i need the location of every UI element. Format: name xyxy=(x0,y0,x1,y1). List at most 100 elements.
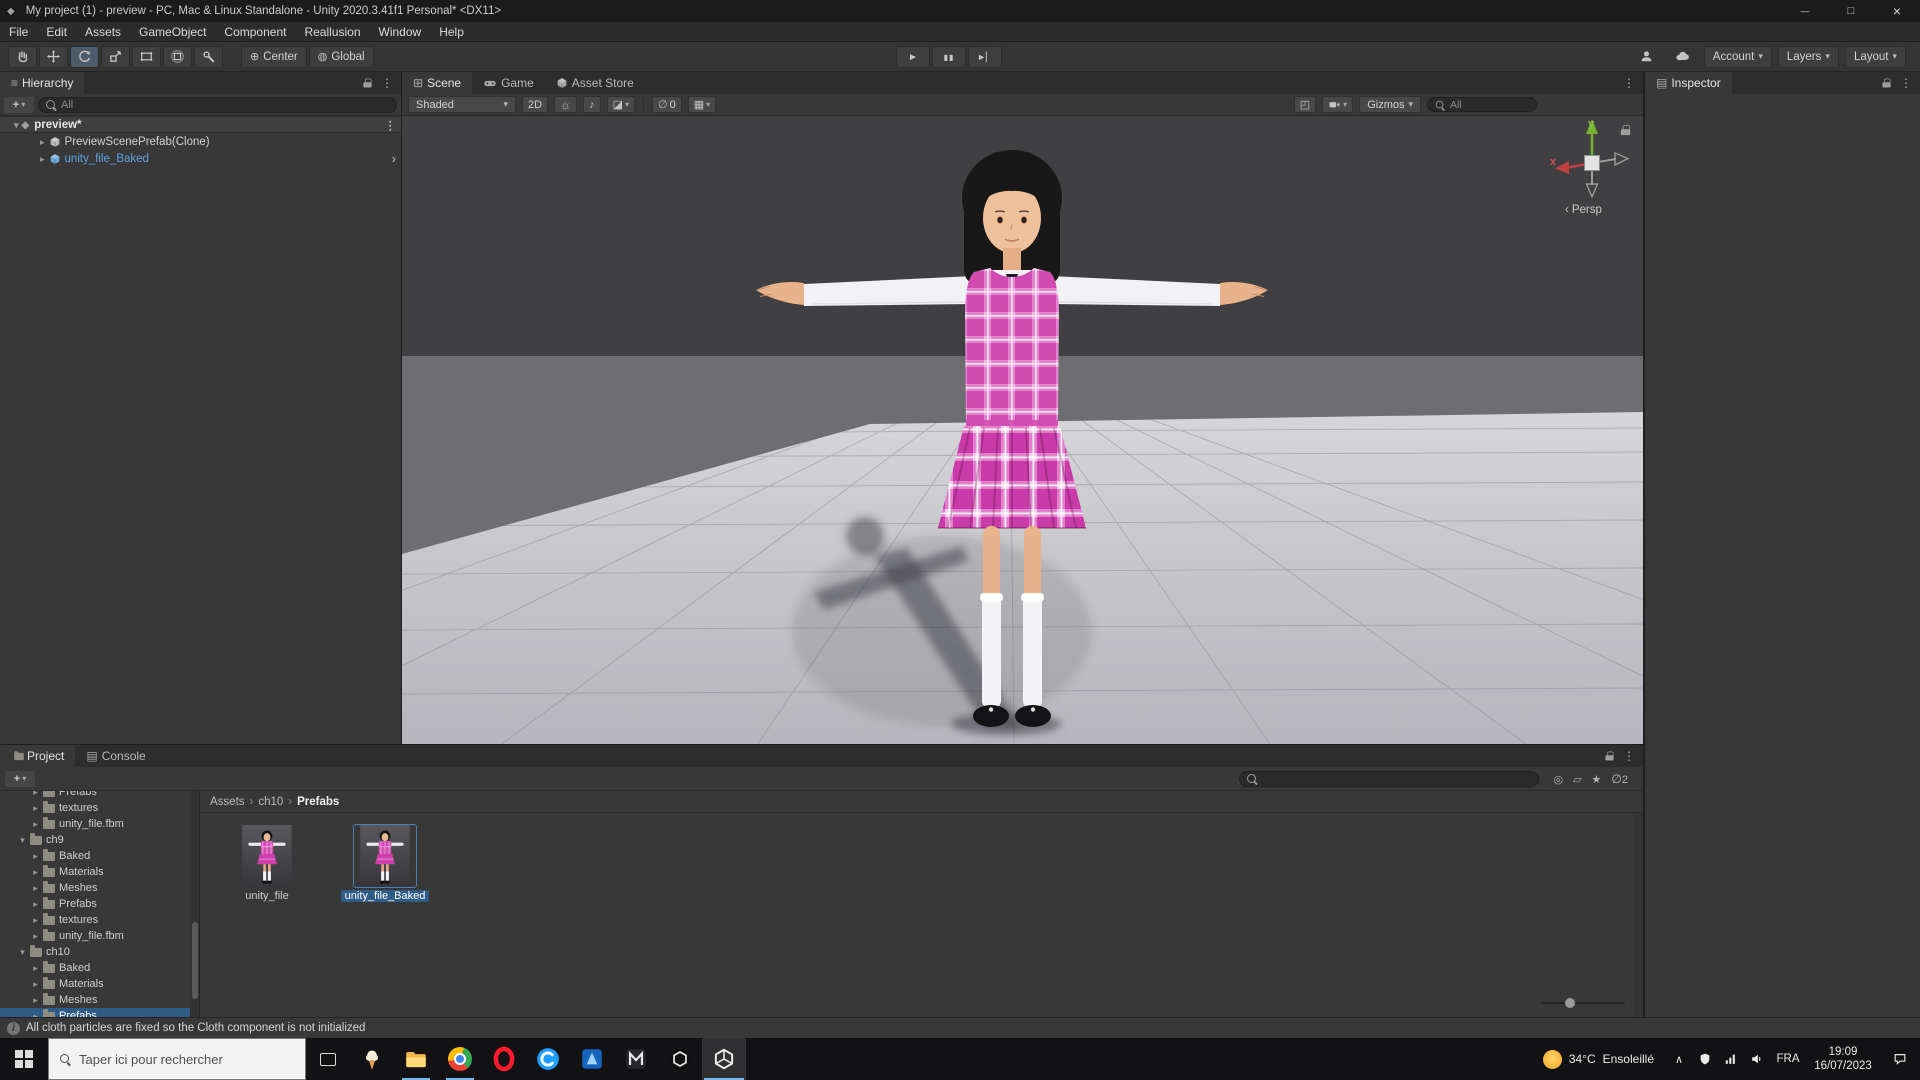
start-button[interactable] xyxy=(0,1038,48,1080)
expand-arrow[interactable] xyxy=(30,1008,41,1017)
expand-arrow[interactable] xyxy=(30,976,41,992)
transform-tool-button[interactable] xyxy=(163,46,192,68)
expand-arrow[interactable] xyxy=(30,791,41,800)
account-dropdown[interactable]: Account xyxy=(1704,46,1772,68)
space-toggle-button[interactable]: Global xyxy=(309,46,374,68)
tab-hierarchy[interactable]: Hierarchy xyxy=(0,72,84,94)
expand-arrow[interactable] xyxy=(30,928,41,944)
tree-item-prefabs[interactable]: Prefabs xyxy=(0,1008,199,1017)
scrollbar-thumb[interactable] xyxy=(192,922,198,999)
expand-arrow[interactable] xyxy=(30,960,41,976)
hierarchy-item-unity-file-baked[interactable]: unity_file_Baked xyxy=(0,150,401,167)
tree-item-materials[interactable]: Materials xyxy=(0,976,199,992)
tree-item-ch9[interactable]: ch9 xyxy=(0,832,199,848)
menu-component[interactable]: Component xyxy=(215,22,295,41)
scale-tool-button[interactable] xyxy=(101,46,130,68)
save-search-icon[interactable] xyxy=(1592,772,1602,786)
close-button[interactable] xyxy=(1874,0,1920,22)
taskbar-search-input[interactable] xyxy=(79,1052,295,1067)
breadcrumb-prefabs[interactable]: Prefabs xyxy=(297,796,339,808)
rotate-tool-button[interactable] xyxy=(70,46,99,68)
tree-item-baked[interactable]: Baked xyxy=(0,960,199,976)
gizmo-x-label[interactable]: x xyxy=(1550,156,1556,168)
expand-arrow[interactable] xyxy=(30,896,41,912)
hierarchy-add-button[interactable] xyxy=(4,97,34,113)
project-searchbox[interactable] xyxy=(1239,771,1539,787)
expand-arrow[interactable] xyxy=(30,816,41,832)
tree-item-unity-file-fbm[interactable]: unity_file.fbm xyxy=(0,816,199,832)
tree-item-prefabs[interactable]: Prefabs xyxy=(0,791,199,800)
breadcrumb-assets[interactable]: Assets xyxy=(210,796,245,808)
hierarchy-searchbox[interactable] xyxy=(38,97,397,113)
custom-tool-button[interactable] xyxy=(194,46,223,68)
slider-track[interactable] xyxy=(1541,1002,1625,1004)
audio-toggle-button[interactable] xyxy=(583,96,601,113)
expand-arrow[interactable] xyxy=(30,800,41,816)
2d-toggle-button[interactable]: 2D xyxy=(522,96,548,113)
scene-viewport[interactable]: y x Persp xyxy=(402,116,1643,744)
maximize-button[interactable] xyxy=(1828,0,1874,22)
expand-arrow[interactable] xyxy=(30,864,41,880)
layout-dropdown[interactable]: Layout xyxy=(1845,46,1906,68)
pivot-toggle-button[interactable]: Center xyxy=(241,46,307,68)
grid-visibility-dropdown[interactable] xyxy=(688,96,716,113)
tray-network-icon[interactable] xyxy=(1718,1038,1744,1080)
tree-item-textures[interactable]: textures xyxy=(0,800,199,816)
tree-item-materials[interactable]: Materials xyxy=(0,864,199,880)
cloud-button[interactable] xyxy=(1668,46,1698,68)
move-tool-button[interactable] xyxy=(39,46,68,68)
project-search-input[interactable] xyxy=(1262,773,1532,785)
rect-tool-button[interactable] xyxy=(132,46,161,68)
expand-arrow[interactable] xyxy=(30,992,41,1008)
taskbar-app-blue-tile[interactable] xyxy=(570,1038,614,1080)
menu-gameobject[interactable]: GameObject xyxy=(130,22,215,41)
taskbar-searchbox[interactable] xyxy=(48,1038,306,1080)
expand-arrow[interactable] xyxy=(30,848,41,864)
expand-arrow[interactable] xyxy=(17,832,28,848)
collab-button[interactable] xyxy=(1632,46,1662,68)
asset-unity-file-baked[interactable]: unity_file_Baked xyxy=(348,825,422,902)
menu-reallusion[interactable]: Reallusion xyxy=(295,22,369,41)
taskbar-app-chrome[interactable] xyxy=(438,1038,482,1080)
tree-item-unity-file-fbm[interactable]: unity_file.fbm xyxy=(0,928,199,944)
tree-item-meshes[interactable]: Meshes xyxy=(0,992,199,1008)
menu-file[interactable]: File xyxy=(0,22,37,41)
slider-thumb[interactable] xyxy=(1565,998,1575,1008)
expand-arrow[interactable] xyxy=(40,136,45,148)
lighting-toggle-button[interactable] xyxy=(554,96,577,113)
hand-tool-button[interactable] xyxy=(8,46,37,68)
asset-unity-file[interactable]: unity_file xyxy=(230,825,304,902)
open-prefab-icon[interactable] xyxy=(392,151,396,166)
scene-panel-menu-icon[interactable] xyxy=(1623,76,1635,90)
step-button[interactable] xyxy=(968,46,1002,68)
minimize-button[interactable] xyxy=(1782,0,1828,22)
tab-inspector[interactable]: Inspector xyxy=(1645,72,1732,94)
inspector-menu-icon[interactable] xyxy=(1900,76,1912,90)
taskbar-app-m[interactable] xyxy=(614,1038,658,1080)
notification-center-button[interactable] xyxy=(1880,1038,1920,1080)
hierarchy-lock-icon[interactable] xyxy=(363,79,371,88)
weather-widget[interactable]: 34°C Ensoleillé xyxy=(1531,1038,1666,1080)
tab-console[interactable]: Console xyxy=(75,745,156,767)
gizmo-y-label[interactable]: y xyxy=(1588,118,1594,130)
status-message[interactable]: All cloth particles are fixed so the Clo… xyxy=(26,1022,365,1034)
thumbnail-zoom-slider[interactable] xyxy=(1541,997,1625,1009)
menu-edit[interactable]: Edit xyxy=(37,22,76,41)
project-lock-icon[interactable] xyxy=(1605,752,1613,761)
scene-search-input[interactable] xyxy=(1450,99,1530,111)
shading-dropdown[interactable]: Shaded xyxy=(408,96,516,113)
tray-security-icon[interactable] xyxy=(1692,1038,1718,1080)
tray-volume-icon[interactable] xyxy=(1744,1038,1770,1080)
expand-arrow[interactable] xyxy=(30,880,41,896)
scene-lock-icon[interactable] xyxy=(1621,125,1630,135)
projection-label[interactable]: Persp xyxy=(1565,204,1602,216)
project-tree-scrollbar[interactable] xyxy=(190,791,199,1017)
menu-help[interactable]: Help xyxy=(430,22,473,41)
project-content-scrollbar[interactable] xyxy=(1634,813,1643,1017)
language-indicator[interactable]: FRA xyxy=(1770,1038,1806,1080)
taskbar-app-unity[interactable] xyxy=(702,1038,746,1080)
scene-tools-button[interactable] xyxy=(1294,96,1316,113)
expand-arrow[interactable] xyxy=(30,912,41,928)
menu-assets[interactable]: Assets xyxy=(76,22,130,41)
breadcrumb-ch10[interactable]: ch10 xyxy=(258,796,283,808)
